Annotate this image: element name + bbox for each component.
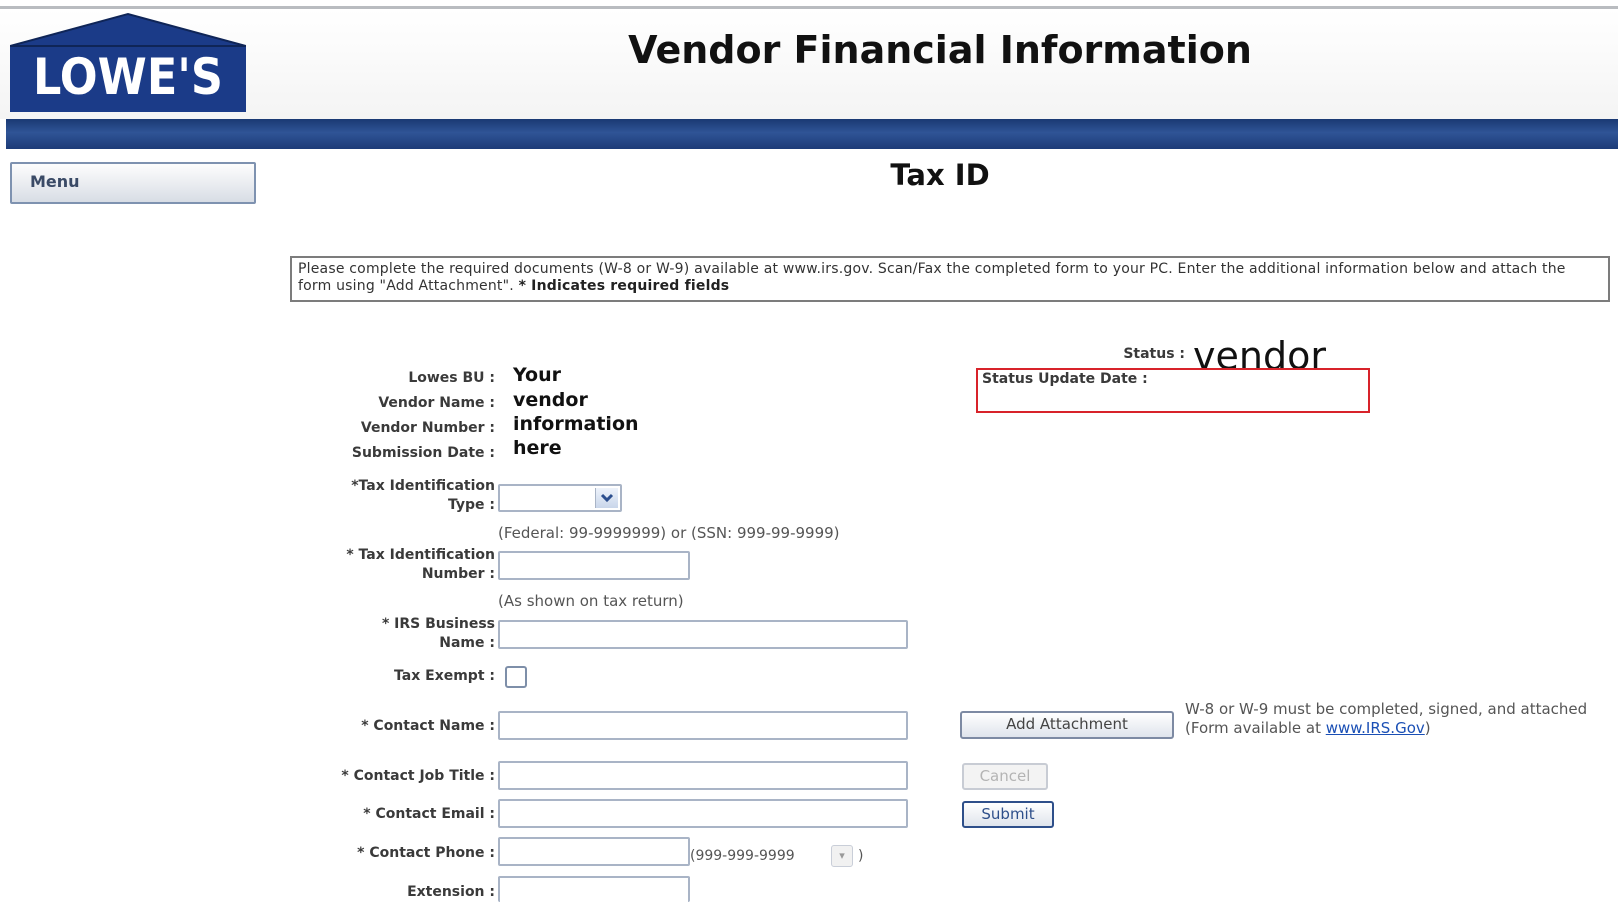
lowes-logo: LOWE'S — [10, 12, 246, 112]
contact-phone-input[interactable] — [498, 837, 690, 866]
contact-name-label: * Contact Name : — [361, 718, 495, 734]
highlight-box — [976, 368, 1370, 413]
submission-date-label: Submission Date : — [351, 445, 495, 461]
add-attachment-button[interactable]: Add Attachment — [960, 711, 1174, 739]
tax-type-label: *Tax Identification — [351, 478, 495, 494]
lowes-bu-label: Lowes BU : — [408, 370, 495, 386]
attachment-requirement: W-8 or W-9 must be completed, signed, an… — [1185, 700, 1588, 718]
svg-text:LOWE'S: LOWE'S — [33, 48, 223, 106]
phone-dropdown-icon[interactable]: ▾ — [831, 845, 853, 867]
vendor-info-line: vendor — [513, 389, 588, 411]
menu-button[interactable]: Menu — [10, 162, 256, 204]
vendor-info-line: information — [513, 413, 639, 435]
vendor-info-line: Your — [513, 364, 561, 386]
form-availability-prefix: (Form available at — [1185, 719, 1326, 737]
vendor-number-label: Vendor Number : — [360, 420, 495, 436]
tax-type-select[interactable] — [498, 484, 622, 512]
tax-exempt-checkbox[interactable] — [505, 666, 527, 688]
phone-format-hint: (999-999-9999 — [690, 848, 795, 864]
tax-number-label-2: Number : — [421, 566, 495, 582]
form-availability: (Form available at www.IRS.Gov) — [1185, 719, 1605, 738]
extension-label: Extension : — [407, 884, 495, 900]
instructions-box: Please complete the required documents (… — [290, 256, 1610, 302]
contact-job-title-input[interactable] — [498, 761, 908, 790]
page-title: Tax ID — [890, 158, 990, 192]
attachment-note: W-8 or W-9 must be completed, signed, an… — [1185, 700, 1605, 738]
contact-name-input[interactable] — [498, 711, 908, 740]
required-note: * Indicates required fields — [518, 278, 730, 294]
irs-business-name-input[interactable] — [498, 620, 908, 649]
tax-id-format-hint: (Federal: 99-9999999) or (SSN: 999-99-99… — [498, 524, 840, 542]
irs-link[interactable]: www.IRS.Gov — [1326, 719, 1425, 737]
tax-exempt-label: Tax Exempt : — [394, 668, 495, 684]
contact-job-title-label: * Contact Job Title : — [341, 768, 495, 784]
tax-number-label: * Tax Identification — [346, 547, 495, 563]
phone-format-close: ) — [858, 848, 864, 864]
contact-email-label: * Contact Email : — [363, 806, 495, 822]
irs-name-label-2: Name : — [439, 635, 495, 651]
header-title: Vendor Financial Information — [628, 28, 1252, 72]
contact-phone-label: * Contact Phone : — [357, 845, 495, 861]
tax-type-label-2: Type : — [447, 497, 495, 513]
vendor-info-line: here — [513, 437, 562, 459]
form-availability-suffix: ) — [1424, 719, 1431, 737]
extension-input[interactable] — [498, 876, 690, 902]
tax-number-input[interactable] — [498, 551, 690, 580]
submit-button[interactable]: Submit — [962, 801, 1054, 828]
contact-email-input[interactable] — [498, 799, 908, 828]
cancel-button[interactable]: Cancel — [962, 763, 1048, 790]
irs-name-label: * IRS Business — [381, 616, 495, 632]
chevron-down-icon[interactable] — [595, 488, 618, 508]
instructions-text: Please complete the required documents (… — [298, 261, 1566, 294]
vendor-name-label: Vendor Name : — [378, 395, 495, 411]
tax-return-hint: (As shown on tax return) — [498, 592, 684, 610]
status-label: Status : — [1123, 346, 1185, 362]
header-bar — [6, 119, 1618, 149]
